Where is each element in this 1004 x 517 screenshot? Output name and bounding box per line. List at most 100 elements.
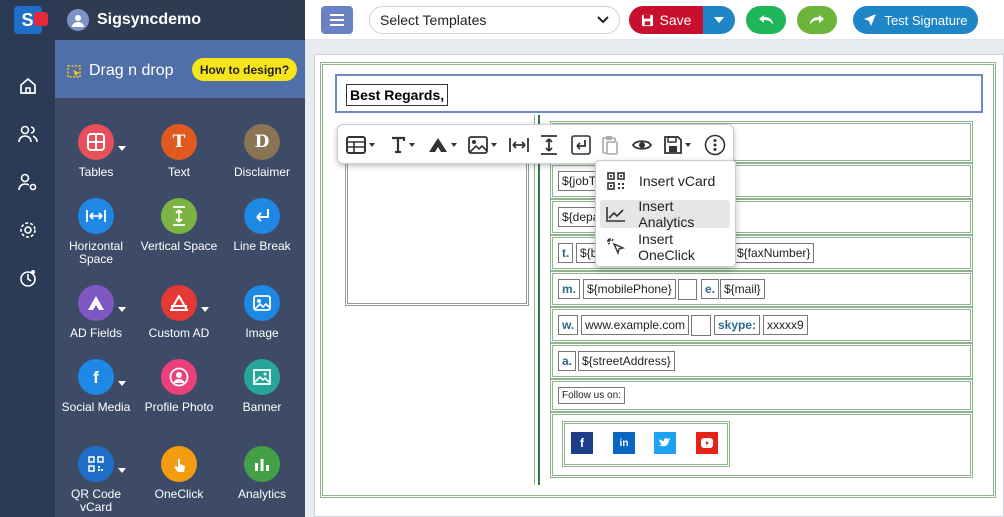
tool-label: Image	[245, 326, 279, 340]
empty-spacer-cell[interactable]	[678, 279, 697, 300]
mobile-label[interactable]: m.	[558, 279, 581, 299]
gear-icon[interactable]	[16, 218, 40, 242]
redo-button[interactable]	[797, 6, 837, 34]
tool-profile-photo[interactable]: Profile Photo	[139, 359, 219, 414]
vertical-space-icon	[161, 198, 197, 234]
tool-horizontal-space[interactable]: Horizontal Space	[56, 198, 136, 266]
preview-button[interactable]	[632, 133, 652, 157]
user-settings-icon[interactable]	[16, 170, 40, 194]
qr-code-icon	[604, 172, 628, 190]
oneclick-icon	[161, 446, 197, 482]
horizontal-space-icon	[509, 138, 529, 152]
follow-us-text[interactable]: Follow us on:	[558, 387, 625, 404]
fax-field[interactable]: ${faxNumber}	[733, 243, 815, 263]
image-icon	[244, 285, 280, 321]
analytics-icon	[604, 206, 627, 222]
address-label[interactable]: a.	[558, 351, 577, 371]
caret-down-icon[interactable]	[201, 307, 209, 312]
tool-image[interactable]: Image	[222, 285, 302, 340]
youtube-icon[interactable]	[696, 432, 718, 454]
test-signature-label: Test Signature	[884, 12, 968, 28]
tool-label: Tables	[78, 165, 114, 179]
tool-social-media[interactable]: f Social Media	[56, 359, 136, 414]
tool-custom-ad[interactable]: Custom AD	[139, 285, 219, 340]
save-label: Save	[659, 12, 692, 28]
tool-label: Profile Photo	[144, 400, 214, 414]
save-block-button[interactable]	[664, 133, 691, 157]
line-break-button[interactable]	[571, 133, 591, 157]
clipboard-icon	[602, 136, 618, 155]
skype-label[interactable]: skype:	[714, 315, 761, 335]
email-field[interactable]: ${mail}	[720, 279, 765, 299]
empty-spacer-cell[interactable]	[691, 315, 711, 336]
tool-label: Vertical Space	[140, 239, 218, 253]
vertical-space-button[interactable]	[540, 133, 558, 157]
drag-drop-icon	[67, 65, 81, 78]
mobile-field[interactable]: ${mobilePhone}	[583, 279, 676, 299]
select-templates-label: Select Templates	[380, 12, 487, 28]
tool-disclaimer[interactable]: D Disclaimer	[222, 124, 302, 179]
tool-oneclick[interactable]: OneClick	[139, 446, 219, 501]
tool-line-break[interactable]: Line Break	[222, 198, 302, 253]
menu-item-label: Insert vCard	[639, 173, 716, 189]
ad-fields-options-button[interactable]	[428, 133, 457, 157]
table-options-button[interactable]	[346, 133, 375, 157]
how-to-design-button[interactable]: How to design?	[192, 58, 297, 81]
user-avatar-icon[interactable]	[67, 9, 89, 31]
disclaimer-icon: D	[244, 124, 280, 160]
tool-ad-fields[interactable]: AD Fields	[56, 285, 136, 340]
paste-button[interactable]	[601, 133, 619, 157]
tool-tables[interactable]: Tables	[56, 124, 136, 179]
caret-down-icon[interactable]	[118, 146, 126, 151]
twitter-icon[interactable]	[654, 432, 676, 454]
caret-down-icon[interactable]	[118, 307, 126, 312]
caret-down-icon[interactable]	[118, 381, 126, 386]
horizontal-space-button[interactable]	[509, 133, 529, 157]
address-field[interactable]: ${streetAddress}	[578, 351, 675, 371]
select-templates-dropdown[interactable]: Select Templates	[369, 6, 620, 34]
skype-field[interactable]: xxxxx9	[763, 315, 808, 335]
eye-icon	[632, 140, 652, 150]
social-icons-row: f in	[562, 421, 730, 467]
profile-photo-icon	[161, 359, 197, 395]
line-break-icon	[571, 135, 591, 155]
tool-vertical-space[interactable]: Vertical Space	[139, 198, 219, 253]
text-icon: T	[161, 124, 197, 160]
menu-item-insert-analytics[interactable]: Insert Analytics	[600, 198, 730, 230]
tool-label: Social Media	[61, 400, 131, 414]
facebook-icon[interactable]: f	[571, 432, 593, 454]
photo-placeholder[interactable]	[345, 150, 529, 306]
more-options-button[interactable]	[704, 133, 726, 157]
save-button[interactable]: Save	[629, 6, 703, 34]
social-media-icon: f	[78, 359, 114, 395]
greeting-text[interactable]: Best Regards,	[346, 84, 449, 106]
caret-down-icon	[714, 17, 724, 23]
web-label[interactable]: w.	[558, 315, 579, 335]
caret-down-icon[interactable]	[118, 468, 126, 473]
analytics-icon	[244, 446, 280, 482]
save-options-button[interactable]	[703, 6, 735, 34]
greeting-cell[interactable]: Best Regards,	[335, 74, 983, 113]
tool-text[interactable]: T Text	[139, 124, 219, 179]
home-icon[interactable]	[16, 74, 40, 98]
menu-item-insert-oneclick[interactable]: Insert OneClick	[600, 231, 730, 263]
job-title-field[interactable]: ${jobT	[558, 171, 601, 191]
app-logo[interactable]: S	[0, 0, 55, 40]
email-label[interactable]: e.	[701, 279, 720, 299]
test-signature-button[interactable]: Test Signature	[853, 6, 978, 34]
menu-toggle-button[interactable]	[321, 6, 353, 34]
users-icon[interactable]	[16, 122, 40, 146]
website-field[interactable]: www.example.com	[581, 315, 690, 335]
tool-analytics[interactable]: Analytics	[222, 446, 302, 501]
linkedin-icon[interactable]: in	[613, 432, 635, 454]
phone-label[interactable]: t.	[558, 243, 574, 263]
history-icon[interactable]	[16, 266, 40, 290]
tool-qr-code-vcard[interactable]: QR Code vCard	[56, 446, 136, 514]
palette-header: Drag n drop How to design?	[55, 40, 305, 98]
image-options-button[interactable]	[468, 133, 497, 157]
menu-item-insert-vcard[interactable]: Insert vCard	[600, 167, 730, 195]
tool-banner[interactable]: Banner	[222, 359, 302, 414]
undo-button[interactable]	[746, 6, 786, 34]
qr-code-icon	[78, 446, 114, 482]
text-options-button[interactable]	[390, 133, 415, 157]
